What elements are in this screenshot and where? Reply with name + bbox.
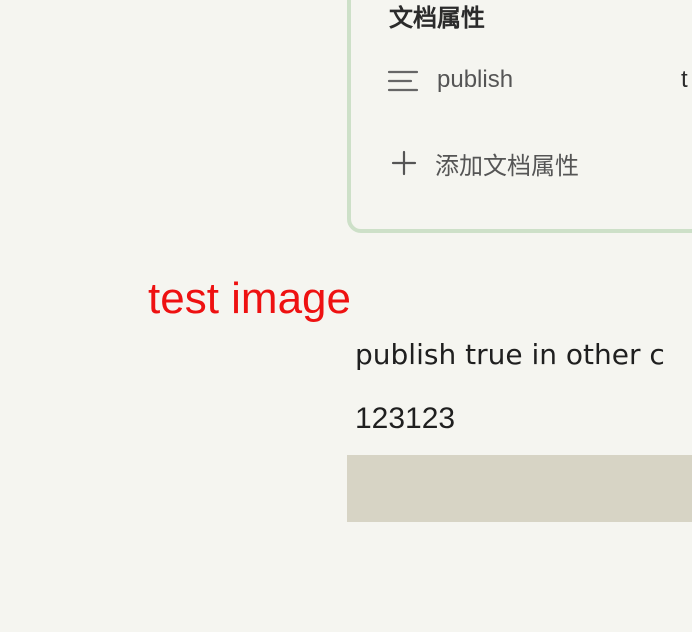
number-text: 123123: [355, 402, 456, 435]
paragraph-text: publish true in other c: [355, 338, 665, 371]
document-page: 文档属性 publish t 添加文档属性 test image publish…: [0, 0, 692, 632]
add-property-label: 添加文档属性: [435, 152, 579, 180]
add-property-button[interactable]: 添加文档属性: [389, 146, 692, 182]
properties-title: 文档属性: [389, 4, 485, 32]
empty-block[interactable]: [347, 455, 692, 522]
text-lines-icon: [387, 70, 419, 92]
broken-image-alt-text[interactable]: test image: [148, 274, 351, 324]
document-properties-panel: 文档属性 publish t 添加文档属性: [347, 0, 692, 233]
plus-icon: [391, 150, 417, 176]
property-key[interactable]: publish: [437, 66, 513, 94]
property-value[interactable]: t: [681, 66, 688, 94]
property-row-publish[interactable]: publish t: [387, 64, 692, 98]
